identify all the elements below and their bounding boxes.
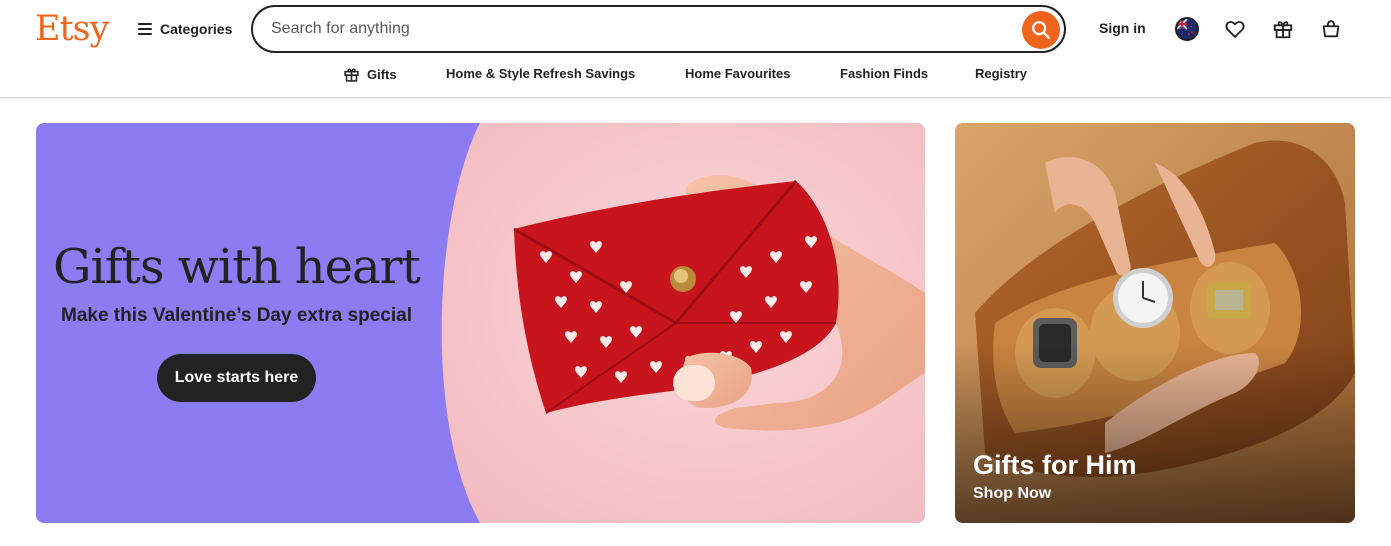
secondary-nav: Gifts Home & Style Refresh Savings Home … xyxy=(0,62,1391,88)
hamburger-icon xyxy=(138,23,152,35)
nav-item-label: Gifts xyxy=(367,67,397,82)
cart-icon[interactable] xyxy=(1316,14,1346,44)
nav-item-label: Home Favourites xyxy=(685,66,791,81)
hero-subtitle: Make this Valentine’s Day extra special xyxy=(61,305,412,326)
nav-item-gifts[interactable]: Gifts xyxy=(343,66,397,83)
gift-icon[interactable] xyxy=(1268,14,1298,44)
gifts-for-him-title: Gifts for Him xyxy=(973,450,1137,480)
search-button[interactable] xyxy=(1022,11,1060,49)
etsy-logo[interactable]: Etsy xyxy=(35,8,109,50)
hero-title: Gifts with heart xyxy=(53,239,421,295)
gift-icon xyxy=(344,68,359,82)
sign-in-link[interactable]: Sign in xyxy=(1099,20,1146,36)
shop-now-link[interactable]: Shop Now xyxy=(973,485,1051,503)
nav-item-label: Fashion Finds xyxy=(840,66,929,81)
search-bar xyxy=(251,5,1066,53)
search-input[interactable] xyxy=(271,7,1011,51)
header: Etsy Categories Sign in xyxy=(0,0,1391,98)
favorites-heart-icon[interactable] xyxy=(1220,14,1250,44)
nav-item-label: Home & Style Refresh Savings xyxy=(446,66,636,81)
nav-item-home-favourites[interactable]: Home Favourites xyxy=(685,66,790,81)
nav-item-registry[interactable]: Registry xyxy=(975,66,1027,81)
nav-item-label: Registry xyxy=(975,66,1028,81)
nav-item-home-style-refresh[interactable]: Home & Style Refresh Savings xyxy=(446,66,635,81)
categories-button[interactable]: Categories xyxy=(138,17,232,41)
region-flag-icon[interactable] xyxy=(1175,17,1199,41)
nav-item-fashion-finds[interactable]: Fashion Finds xyxy=(840,66,928,81)
categories-label: Categories xyxy=(160,21,233,37)
search-icon xyxy=(1032,21,1050,39)
love-starts-here-button[interactable]: Love starts here xyxy=(157,354,316,402)
